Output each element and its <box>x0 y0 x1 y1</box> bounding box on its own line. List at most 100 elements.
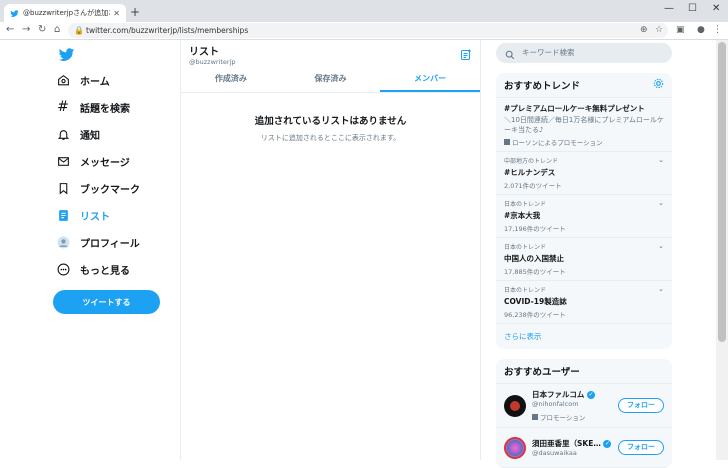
chevron-down-icon[interactable]: ⌄ <box>658 242 664 250</box>
chevron-down-icon[interactable]: ⌄ <box>658 285 664 293</box>
close-window-icon[interactable]: ✕ <box>712 3 720 14</box>
nav-more[interactable]: もっと見る <box>56 259 130 279</box>
star-icon[interactable]: ☆ <box>655 25 663 35</box>
promoted-icon <box>504 139 510 145</box>
nav-messages[interactable]: メッセージ <box>56 151 130 171</box>
nav-bookmarks-label: ブックマーク <box>80 184 140 196</box>
trend-item[interactable]: 日本のトレンド COVID-19製造誌 96,238件のツイート ⌄ <box>496 281 672 324</box>
trend-count: 17,885件のツイート <box>504 268 566 276</box>
search-icon <box>505 48 515 68</box>
nav-notifications[interactable]: 通知 <box>56 124 100 144</box>
nav-lists[interactable]: リスト <box>56 205 110 225</box>
hashtag-icon: # <box>57 99 69 115</box>
user-item[interactable]: 日本ファルコム ✓ @nihonfalcom プロモーション フォロー <box>496 384 672 428</box>
follow-button[interactable]: フォロー <box>618 440 664 455</box>
trend-name: COVID-19製造誌 <box>504 297 567 306</box>
user-item[interactable]: 須田亜香里（SKE… ✓ @dasuwaikaa フォロー <box>496 428 672 468</box>
avatar[interactable] <box>504 394 526 417</box>
trend-count: 2,071件のツイート <box>504 182 562 190</box>
nav-messages-label: メッセージ <box>80 157 130 169</box>
maximize-icon[interactable]: ☐ <box>688 3 697 14</box>
user-promoted-label: プロモーション <box>540 414 586 422</box>
account-icon[interactable]: ● <box>697 25 705 35</box>
tab-member[interactable]: メンバー <box>380 67 481 92</box>
trend-name: #ヒルナンデス <box>504 168 556 177</box>
trend-item[interactable]: 中部地方のトレンド #ヒルナンデス 2,071件のツイート ⌄ <box>496 152 672 195</box>
nav-profile-label: プロフィール <box>80 238 140 250</box>
page-subtitle: @buzzwriterjp <box>189 58 236 66</box>
right-sidebar: キーワード検索 おすすめトレンド #プレミアムロールケーキ無料プレゼント ＼10… <box>496 40 672 468</box>
trend-context: 日本のトレンド <box>504 201 547 208</box>
user-name-text: 日本ファルコム <box>532 390 585 399</box>
new-tab-icon[interactable]: + <box>130 5 140 19</box>
nav-explore[interactable]: # 話題を検索 <box>56 97 130 117</box>
trend-item[interactable]: #プレミアムロールケーキ無料プレゼント ＼10日間連続／毎日1万名様にプレミアム… <box>496 98 672 152</box>
user-name: 須田亜香里（SKE… ✓ <box>532 438 612 449</box>
main-column: リスト @buzzwriterjp 作成済み 保存済み メンバー 追加されている… <box>180 40 481 460</box>
nav-lists-label: リスト <box>80 211 110 223</box>
promoted-icon <box>532 414 538 420</box>
trend-item[interactable]: 日本のトレンド 中国人の入国禁止 17,885件のツイート ⌄ <box>496 238 672 281</box>
user-handle: @nihonfalcom <box>532 400 579 408</box>
home-browser-icon[interactable]: ⌂ <box>54 24 60 35</box>
lists-tabs: 作成済み 保存済み メンバー <box>181 67 481 93</box>
page-scrollbar[interactable] <box>716 40 728 460</box>
who-to-follow-card: おすすめユーザー 日本ファルコム ✓ @nihonfalcom プロモーション … <box>496 359 672 468</box>
nav-bookmarks[interactable]: ブックマーク <box>56 178 140 198</box>
empty-state-subtitle: リストに追加されるとここに表示されます。 <box>260 134 401 142</box>
close-tab-icon[interactable]: ✕ <box>113 9 120 18</box>
chevron-down-icon[interactable]: ⌄ <box>658 199 664 207</box>
browser-toolbar: ← → ↻ ⌂ 🔒 twitter.com/buzzwriterjp/lists… <box>0 22 728 40</box>
more-icon <box>56 262 70 276</box>
twitter-logo-icon[interactable] <box>58 46 75 67</box>
cast-icon[interactable]: ▣ <box>676 25 685 35</box>
page-title: リスト <box>189 47 219 58</box>
trend-name: #京本大我 <box>504 211 541 220</box>
back-icon[interactable]: ← <box>6 24 14 35</box>
trend-count: 96,238件のツイート <box>504 311 566 319</box>
verified-icon: ✓ <box>603 440 612 448</box>
avatar[interactable] <box>504 436 526 459</box>
menu-dots-icon[interactable]: ⋮ <box>713 25 722 35</box>
tab-owned[interactable]: 作成済み <box>181 67 281 92</box>
user-name-text: 須田亜香里（SKE… <box>532 439 601 448</box>
user-handle: @dasuwaikaa <box>532 449 577 457</box>
scrollbar-thumb[interactable] <box>718 42 726 342</box>
trend-context: 中部地方のトレンド <box>504 158 559 165</box>
home-icon <box>56 73 70 87</box>
extension-icon[interactable]: ⊕ <box>640 25 648 35</box>
tab-subscribed[interactable]: 保存済み <box>281 67 381 92</box>
trend-name: #プレミアムロールケーキ無料プレゼント <box>504 104 645 113</box>
bookmark-icon <box>56 181 70 195</box>
tweet-button[interactable]: ツイートする <box>53 290 160 314</box>
nav-home-label: ホーム <box>80 76 110 88</box>
new-list-icon[interactable] <box>460 46 472 65</box>
trend-promoted-label: ローソンによるプロモーション <box>512 139 603 147</box>
reload-icon[interactable]: ↻ <box>38 24 46 35</box>
left-navigation: ホーム # 話題を検索 通知 メッセージ ブックマーク リスト プロフィール も <box>48 40 180 460</box>
trend-item[interactable]: 日本のトレンド #京本大我 17,196件のツイート ⌄ <box>496 195 672 238</box>
follow-button[interactable]: フォロー <box>618 398 664 413</box>
show-more-link[interactable]: さらに表示 <box>496 324 672 349</box>
empty-state-title: 追加されているリストはありません <box>254 116 407 127</box>
browser-tab[interactable]: @buzzwriterjpさんが追加されてい ✕ <box>4 4 126 22</box>
trends-card: おすすめトレンド #プレミアムロールケーキ無料プレゼント ＼10日間連続／毎日1… <box>496 73 672 349</box>
nav-profile[interactable]: プロフィール <box>56 232 140 252</box>
nav-explore-label: 話題を検索 <box>80 103 130 115</box>
forward-icon[interactable]: → <box>22 24 30 35</box>
chevron-down-icon[interactable]: ⌄ <box>658 156 664 164</box>
tab-title: @buzzwriterjpさんが追加されてい <box>23 9 110 17</box>
trend-description: ＼10日間連続／毎日1万名様にプレミアムロールケーキ当たる♪ <box>504 116 664 134</box>
address-bar[interactable]: 🔒 twitter.com/buzzwriterjp/lists/members… <box>68 23 668 38</box>
nav-home[interactable]: ホーム <box>56 70 110 90</box>
search-input[interactable]: キーワード検索 <box>496 43 672 63</box>
nav-notifications-label: 通知 <box>80 130 100 142</box>
twitter-favicon-icon <box>10 9 19 18</box>
minimize-icon[interactable]: — <box>664 3 674 14</box>
lock-icon: 🔒 <box>74 26 84 35</box>
user-promoted: プロモーション <box>532 412 595 422</box>
list-icon <box>56 208 70 222</box>
users-header: おすすめユーザー <box>496 359 672 384</box>
gear-icon[interactable] <box>653 78 664 92</box>
search-placeholder: キーワード検索 <box>522 48 575 57</box>
